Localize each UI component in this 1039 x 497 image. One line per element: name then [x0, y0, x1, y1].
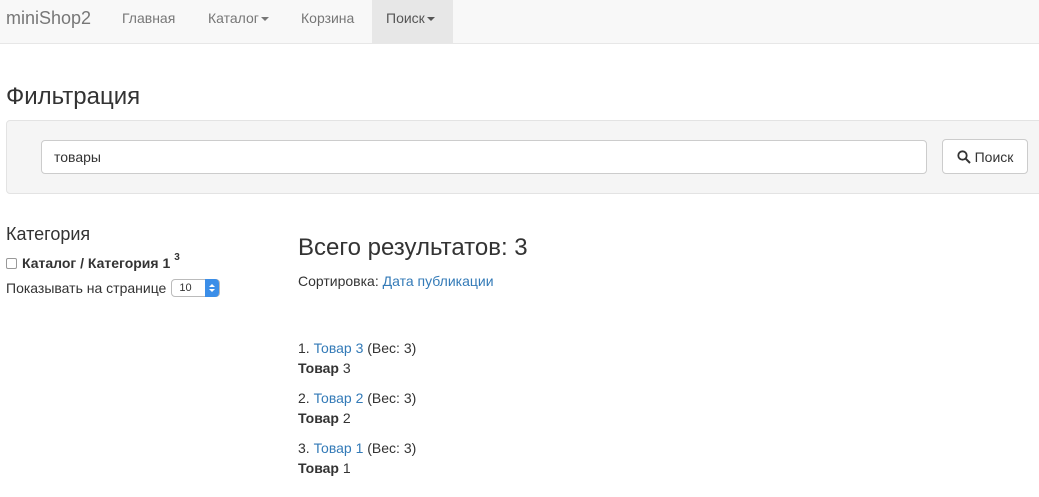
select-arrows-icon [205, 279, 220, 297]
result-suffix: 2 [342, 410, 351, 426]
sort-link[interactable]: Дата публикации [383, 273, 494, 289]
page-title: Фильтрация [6, 83, 141, 110]
per-page-control: Показывать на странице 10 [6, 279, 221, 297]
nav-item-label: Поиск [386, 10, 425, 26]
result-item: 1. Товар 3 (Вес: 3) Товар 3 [298, 338, 416, 378]
category-filter-label[interactable]: Каталог / Категория 1 [22, 254, 170, 272]
result-name: Товар [298, 410, 339, 426]
search-input[interactable] [41, 140, 927, 174]
nav-item-home[interactable]: Главная [108, 0, 189, 43]
sort-label: Сортировка: [298, 273, 379, 289]
results-title: Всего результатов: 3 [298, 234, 528, 261]
nav-item-label: Корзина [301, 10, 355, 26]
result-number: 2. [298, 390, 310, 406]
nav-item-label: Главная [122, 10, 176, 26]
caret-down-icon [260, 17, 269, 22]
per-page-select[interactable]: 10 [171, 279, 221, 297]
category-filter[interactable]: Каталог / Категория 1 3 [6, 252, 180, 272]
nav-item-label: Каталог [208, 10, 259, 26]
result-suffix: 3 [342, 360, 351, 376]
result-link[interactable]: Товар 1 [314, 440, 364, 456]
per-page-value: 10 [179, 282, 192, 294]
result-number: 1. [298, 340, 310, 356]
caret-down-icon [426, 17, 435, 22]
nav-item-catalog[interactable]: Каталог [194, 0, 283, 43]
result-suffix: 1 [342, 460, 351, 476]
result-item: 3. Товар 1 (Вес: 3) Товар 1 [298, 438, 416, 478]
result-link[interactable]: Товар 2 [314, 390, 364, 406]
sort-row: Сортировка: Дата публикации [298, 271, 494, 291]
navbar: miniShop2 Главная Каталог Корзина Поиск [0, 0, 1039, 44]
result-name: Товар [298, 360, 339, 376]
result-link[interactable]: Товар 3 [314, 340, 364, 356]
category-filter-count: 3 [174, 252, 180, 263]
result-name: Товар [298, 460, 339, 476]
search-icon [956, 149, 971, 164]
search-button-label: Поиск [974, 148, 1014, 165]
search-button[interactable]: Поиск [942, 139, 1028, 174]
nav-item-search[interactable]: Поиск [372, 0, 453, 43]
per-page-label: Показывать на странице [6, 280, 167, 296]
result-weight: (Вес: 3) [367, 340, 417, 356]
result-weight: (Вес: 3) [367, 390, 417, 406]
brand-link[interactable]: miniShop2 [6, 0, 91, 43]
category-checkbox[interactable] [6, 257, 17, 269]
search-panel: Поиск [6, 120, 1039, 194]
result-number: 3. [298, 440, 310, 456]
result-item: 2. Товар 2 (Вес: 3) Товар 2 [298, 388, 416, 428]
category-heading: Категория [6, 224, 91, 244]
result-weight: (Вес: 3) [367, 440, 417, 456]
nav-item-cart[interactable]: Корзина [287, 0, 368, 43]
